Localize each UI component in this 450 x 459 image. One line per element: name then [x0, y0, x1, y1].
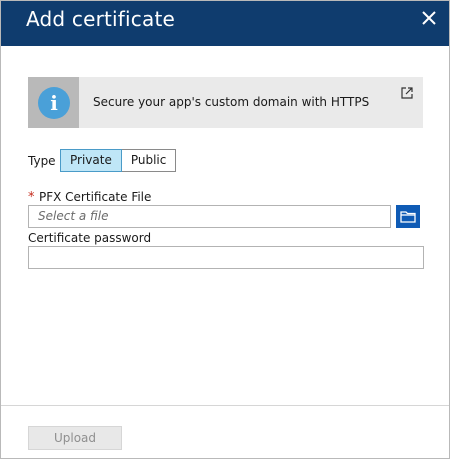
dialog-title: Add certificate — [26, 7, 175, 31]
info-icon-box: i — [28, 77, 79, 128]
type-label: Type — [28, 154, 56, 168]
banner-message: Secure your app's custom domain with HTT… — [93, 95, 370, 109]
type-option-public[interactable]: Public — [121, 149, 177, 172]
certificate-password-label: Certificate password — [28, 231, 152, 245]
close-icon[interactable] — [417, 6, 441, 30]
pfx-file-label: PFX Certificate File — [39, 190, 152, 204]
folder-icon — [400, 211, 416, 223]
https-info-banner: i Secure your app's custom domain with H… — [28, 77, 423, 128]
type-selector: Private Public — [60, 149, 177, 172]
dialog-header: Add certificate — [1, 1, 449, 46]
external-link-icon[interactable] — [401, 84, 413, 99]
add-certificate-dialog: Add certificate i Secure your app's cust… — [0, 0, 450, 459]
footer-divider — [1, 405, 449, 406]
required-marker: * — [28, 190, 35, 205]
info-icon: i — [38, 87, 70, 119]
pfx-file-input[interactable]: Select a file — [28, 205, 391, 228]
browse-file-button[interactable] — [396, 205, 420, 228]
upload-button: Upload — [28, 426, 122, 450]
certificate-password-input[interactable] — [28, 246, 424, 269]
type-option-private[interactable]: Private — [60, 149, 122, 172]
pfx-file-placeholder: Select a file — [38, 209, 109, 223]
